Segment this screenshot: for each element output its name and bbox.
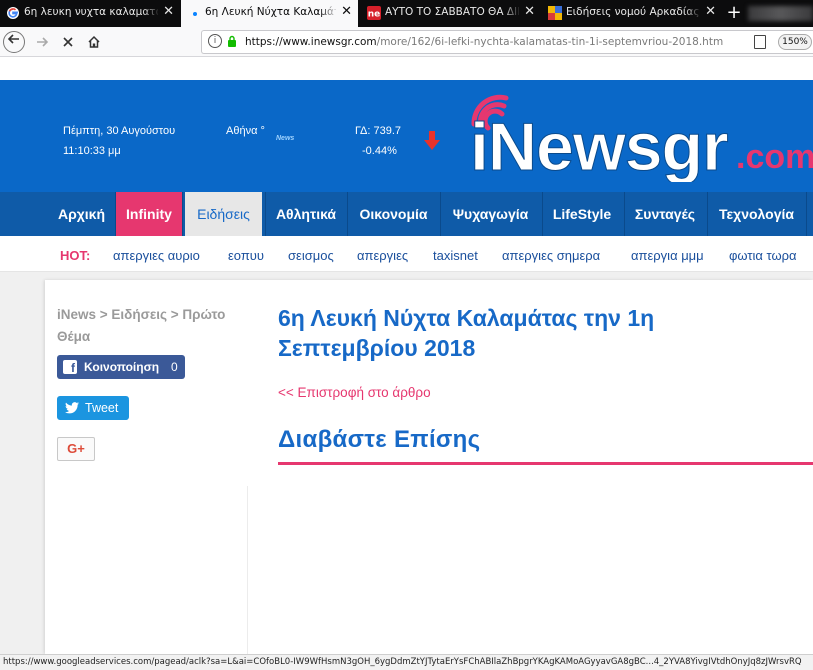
reader-view-icon[interactable] [754, 35, 766, 49]
hot-link[interactable]: απεργιες [357, 248, 408, 263]
menu-item-recipes[interactable]: Συνταγές [625, 192, 705, 236]
header-date: Πέμπτη, 30 Αυγούστου [63, 125, 176, 137]
article-title: 6η Λευκή Νύχτα Καλαμάτας την 1η Σεπτεμβρ… [278, 305, 655, 361]
breadcrumb[interactable]: iNews > Ειδήσεις > Πρώτο Θέμα [57, 304, 247, 348]
menu-item-news[interactable]: Ειδήσεις [185, 192, 262, 236]
close-icon[interactable]: ✕ [341, 4, 352, 19]
tab-arcadia-news[interactable]: Ειδήσεις νομού Αρκαδίας : : Το ✕ [542, 0, 722, 27]
hot-link[interactable]: απεργια μμμ [631, 248, 704, 263]
lock-icon [228, 35, 236, 47]
arrow-right-icon [37, 37, 49, 47]
hot-link[interactable]: σεισμος [288, 248, 334, 263]
google-icon [7, 7, 19, 19]
menu-separator [182, 192, 183, 236]
facebook-share-count: 0 [171, 360, 178, 374]
menu-item-home[interactable]: Αρχική [48, 192, 115, 236]
loading-dot-icon [193, 12, 197, 16]
tab-fade [142, 0, 160, 27]
tab-title: ΑΥΤΟ ΤΟ ΣΑΒΒΑΤΟ ΘΑ ΔΙΕΞΑΧ [385, 6, 519, 18]
new-tab-button[interactable]: + [723, 0, 745, 27]
header-top-gap [0, 57, 813, 80]
tweet-label: Tweet [85, 401, 119, 415]
url-host: https://www.inewsgr.com [245, 36, 377, 48]
back-button[interactable] [3, 31, 25, 53]
menu-item-sports[interactable]: Αθλητικά [266, 192, 346, 236]
ad-placeholder[interactable] [58, 486, 248, 654]
site-icon [548, 6, 562, 20]
home-button[interactable] [83, 31, 105, 53]
url-path: /more/162/6i-lefki-nychta-kalamatas-tin-… [376, 36, 724, 48]
twitter-bird-icon [65, 402, 79, 414]
svg-text:ne: ne [368, 10, 381, 20]
hot-link[interactable]: εοπυυ [228, 248, 264, 263]
header-city: Αθήνα ° [226, 125, 265, 137]
close-icon[interactable]: ✕ [163, 4, 174, 19]
tab-title: Ειδήσεις νομού Αρκαδίας : : Το [566, 6, 700, 18]
status-bar: https://www.googleadservices.com/pagead/… [0, 654, 813, 670]
tab-fade [684, 0, 702, 27]
facebook-share-button[interactable]: f Κοινοποίηση 0 [57, 355, 185, 379]
close-icon[interactable]: ✕ [705, 4, 716, 19]
tab-article[interactable]: 6η Λευκή Νύχτα Καλαμάτας τη ✕ [181, 0, 358, 27]
tab-google-search[interactable]: 6η λευκη νυχτα καλαματα 2018 ✕ [0, 0, 180, 27]
browser-window: 6η λευκη νυχτα καλαματα 2018 ✕ 6η Λευκή … [0, 0, 813, 670]
forward-button[interactable] [31, 31, 53, 53]
hot-topics-bar: HOT: απεργιες αυριο εοπυυ σεισμος απεργι… [0, 236, 813, 272]
see-also-underline [278, 462, 813, 465]
hot-link[interactable]: απεργιες αυριο [113, 248, 200, 263]
zoom-indicator[interactable]: 150% [778, 34, 812, 50]
main-menu: Αρχική Infinity Ειδήσεις Αθλητικά Οικονο… [0, 192, 813, 236]
arrow-down-icon [424, 131, 440, 150]
menu-separator [806, 192, 807, 236]
navigation-toolbar: i https://www.inewsgr.com/more/162/6i-le… [0, 27, 813, 57]
menu-item-entertainment[interactable]: Ψυχαγωγία [441, 192, 540, 236]
url-text[interactable]: https://www.inewsgr.com/more/162/6i-lefk… [245, 36, 723, 48]
market-change: -0.44% [362, 145, 397, 157]
logo-text: iNewsgr [470, 109, 728, 182]
back-to-article-link[interactable]: << Επιστροφή στο άρθρο [278, 385, 431, 400]
hot-link[interactable]: taxisnet [433, 248, 478, 263]
weather-icon: News [276, 135, 295, 142]
tab-fade [320, 0, 338, 27]
facebook-icon: f [63, 360, 77, 375]
stop-icon [63, 37, 73, 47]
arrow-left-icon [7, 34, 19, 44]
tab-saturday-event[interactable]: ne ΑΥΤΟ ΤΟ ΣΑΒΒΑΤΟ ΘΑ ΔΙΕΞΑΧ ✕ [361, 0, 541, 27]
tab-strip: 6η λευκη νυχτα καλαματα 2018 ✕ 6η Λευκή … [0, 0, 813, 27]
home-icon [88, 35, 100, 48]
hot-label: HOT: [60, 248, 91, 263]
tab-fade [503, 0, 521, 27]
menu-item-technology[interactable]: Τεχνολογία [708, 192, 805, 236]
menu-item-lifestyle[interactable]: LifeStyle [543, 192, 621, 236]
hot-link[interactable]: απεργιες σημερα [502, 248, 600, 263]
info-icon[interactable]: i [208, 34, 222, 48]
menu-item-infinity[interactable]: Infinity [116, 192, 182, 236]
inewsgr-logo[interactable]: iNewsgr .com [466, 92, 813, 182]
address-bar[interactable]: i https://www.inewsgr.com/more/162/6i-le… [201, 30, 813, 54]
blurred-region [748, 6, 813, 21]
close-icon[interactable]: ✕ [524, 4, 535, 19]
header-time: 11:10:33 μμ [63, 145, 121, 157]
menu-item-economy[interactable]: Οικονομία [348, 192, 439, 236]
see-also-heading: Διαβάστε Επίσης [278, 426, 481, 453]
google-plus-button[interactable]: G+ [57, 437, 95, 461]
market-index: ΓΔ: 739.7 [355, 125, 402, 137]
facebook-share-label: Κοινοποίηση [84, 360, 160, 374]
tab-title: 6η λευκη νυχτα καλαματα 2018 [24, 6, 158, 18]
tweet-button[interactable]: Tweet [57, 396, 129, 420]
ne-icon: ne [367, 6, 381, 20]
tab-title: 6η Λευκή Νύχτα Καλαμάτας τη [205, 6, 336, 18]
logo-suffix: .com [736, 138, 813, 176]
hot-link[interactable]: φωτια τωρα [729, 248, 797, 263]
stop-button[interactable] [57, 31, 79, 53]
